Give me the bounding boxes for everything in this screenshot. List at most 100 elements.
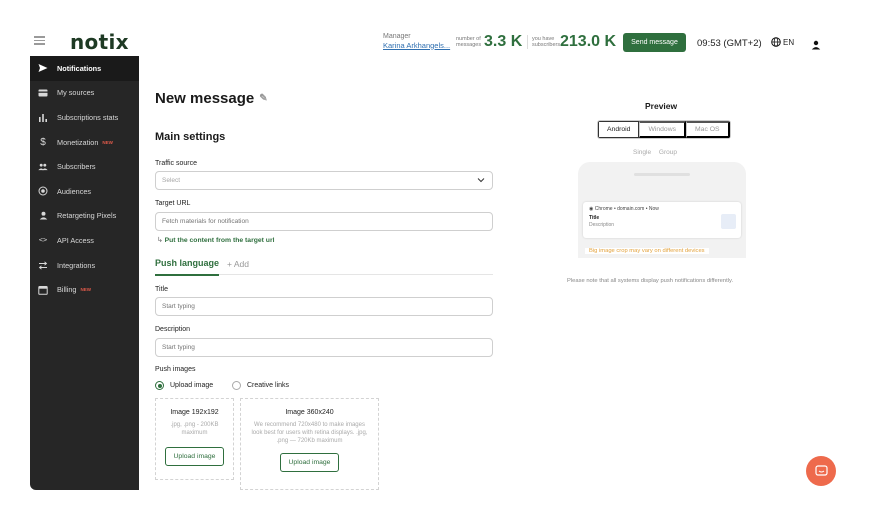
people-icon — [38, 162, 48, 172]
sidebar-item-billing[interactable]: Billing NEW — [30, 277, 139, 302]
sidebar-item-subscribers[interactable]: Subscribers — [30, 154, 139, 179]
stat-divider — [527, 35, 528, 49]
language-switcher[interactable]: EN — [771, 37, 794, 47]
image-192-upload-box: Image 192x192 .jpg, .png - 200KB maximum… — [155, 398, 234, 480]
sidebar-item-notifications[interactable]: Notifications — [30, 56, 139, 81]
user-profile-icon[interactable] — [811, 37, 821, 55]
push-images-label: Push images — [155, 366, 196, 373]
mode-single[interactable]: Single — [633, 149, 651, 156]
sidebar-item-label: Retargeting Pixels — [57, 211, 117, 221]
person-icon — [38, 211, 48, 221]
language-tabs: Push language + Add — [155, 253, 493, 276]
add-language-button[interactable]: + Add — [227, 259, 249, 269]
sidebar-item-label: Monetization — [57, 137, 99, 147]
sidebar-item-label: Notifications — [57, 63, 102, 73]
code-icon: <> — [38, 236, 48, 245]
notification-preview: ◉ Chrome • domain.com • Now Title Descri… — [583, 202, 741, 238]
time-display: 09:53 (GMT+2) — [697, 38, 762, 49]
sidebar-item-integrations[interactable]: Integrations — [30, 253, 139, 278]
manager-label: Manager — [383, 33, 411, 40]
put-content-link-label: Put the content from the target url — [164, 237, 275, 244]
messages-value: 3.3 K — [484, 33, 523, 50]
preview-os-tabs: Android Windows Mac OS — [597, 120, 731, 139]
traffic-source-label: Traffic source — [155, 160, 198, 167]
subscribers-label: you have subscribers — [532, 35, 561, 48]
hamburger-menu-icon[interactable] — [34, 36, 45, 45]
card-icon — [38, 88, 48, 98]
new-badge: NEW — [80, 287, 91, 293]
new-badge: NEW — [102, 139, 113, 145]
page-title-text: New message — [155, 90, 255, 107]
chevron-down-icon — [477, 178, 485, 183]
sidebar-item-monetization[interactable]: $ Monetization NEW — [30, 130, 139, 155]
sidebar-item-label: Audiences — [57, 186, 92, 196]
subscribers-stat: you have subscribers 213.0 K — [532, 33, 616, 51]
sidebar: Notifications My sources Subscriptions s… — [30, 56, 139, 490]
sidebar-item-my-sources[interactable]: My sources — [30, 81, 139, 106]
sidebar-item-api-access[interactable]: <> API Access — [30, 228, 139, 253]
radio-button[interactable] — [232, 381, 241, 390]
arrows-icon — [38, 260, 48, 270]
sidebar-item-retargeting-pixels[interactable]: Retargeting Pixels — [30, 204, 139, 229]
preview-title: Preview — [645, 101, 678, 111]
messages-stat: number of messages 3.3 K — [456, 33, 522, 51]
sidebar-item-audiences[interactable]: Audiences — [30, 179, 139, 204]
target-url-input[interactable] — [155, 212, 493, 231]
notification-description: Description — [589, 222, 615, 228]
image-192-desc: .jpg, .png - 200KB maximum — [170, 422, 219, 437]
notification-source: ◉ Chrome • domain.com • Now — [589, 206, 659, 212]
radio-creative-links[interactable]: Creative links — [232, 381, 289, 390]
image-360-title: Image 360x240 — [285, 409, 334, 416]
title-label: Title — [155, 286, 168, 293]
chrome-icon: ◉ — [589, 206, 594, 212]
preview-warning: Big image crop may vary on different dev… — [585, 248, 709, 254]
sidebar-item-label: API Access — [57, 235, 94, 245]
preview-mode-toggle: Single Group — [633, 149, 683, 156]
radio-upload-image[interactable]: Upload image — [155, 381, 213, 390]
calendar-icon — [38, 285, 48, 295]
chat-icon — [814, 465, 828, 476]
logo[interactable]: notix — [70, 30, 129, 54]
radio-button-selected[interactable] — [155, 381, 164, 390]
notification-title: Title — [589, 215, 600, 221]
notification-source-text: Chrome • domain.com • Now — [594, 206, 659, 212]
top-header: notix Manager Karina Arkhangels... numbe… — [0, 0, 872, 56]
target-icon — [38, 186, 48, 196]
description-input[interactable] — [155, 338, 493, 357]
messages-label: number of messages — [456, 35, 482, 48]
radio-creative-label: Creative links — [247, 382, 290, 389]
tab-push-language[interactable]: Push language — [155, 258, 220, 276]
preview-note: Please note that all systems display pus… — [567, 278, 734, 284]
manager-info: Manager Karina Arkhangels... — [383, 33, 450, 50]
traffic-source-select[interactable]: Select — [155, 171, 493, 190]
title-input[interactable] — [155, 297, 493, 316]
chat-support-button[interactable] — [806, 456, 836, 486]
subscribers-value: 213.0 K — [560, 33, 617, 50]
image-360-desc: We recommend 720x480 to make images look… — [251, 422, 368, 445]
send-icon — [38, 63, 48, 73]
sidebar-item-subscriptions-stats[interactable]: Subscriptions stats — [30, 105, 139, 130]
tab-windows[interactable]: Windows — [639, 121, 687, 138]
dollar-icon: $ — [40, 136, 46, 148]
phone-notch — [634, 173, 690, 176]
description-label: Description — [155, 326, 191, 333]
manager-name-link[interactable]: Karina Arkhangels... — [383, 41, 450, 50]
main-settings-heading: Main settings — [155, 131, 226, 143]
tab-mac-os[interactable]: Mac OS — [686, 121, 730, 138]
target-url-label: Target URL — [155, 200, 191, 207]
sidebar-item-label: Billing — [57, 285, 77, 295]
upload-image-192-button[interactable]: Upload image — [164, 447, 225, 467]
image-192-title: Image 192x192 — [170, 409, 219, 416]
tab-android[interactable]: Android — [598, 121, 640, 138]
upload-image-360-button[interactable]: Upload image — [279, 453, 340, 473]
mode-group[interactable]: Group — [659, 149, 677, 156]
page-title: New message ✎ — [155, 90, 268, 107]
put-content-link[interactable]: ↳ Put the content from the target url — [157, 236, 274, 244]
bar-chart-icon — [38, 112, 48, 122]
phone-mockup: ◉ Chrome • domain.com • Now Title Descri… — [578, 162, 746, 258]
image-360-upload-box: Image 360x240 We recommend 720x480 to ma… — [240, 398, 379, 490]
globe-icon — [771, 37, 781, 47]
pencil-icon[interactable]: ✎ — [259, 93, 267, 104]
send-message-button[interactable]: Send message — [623, 33, 686, 52]
sidebar-item-label: Subscribers — [57, 162, 96, 172]
